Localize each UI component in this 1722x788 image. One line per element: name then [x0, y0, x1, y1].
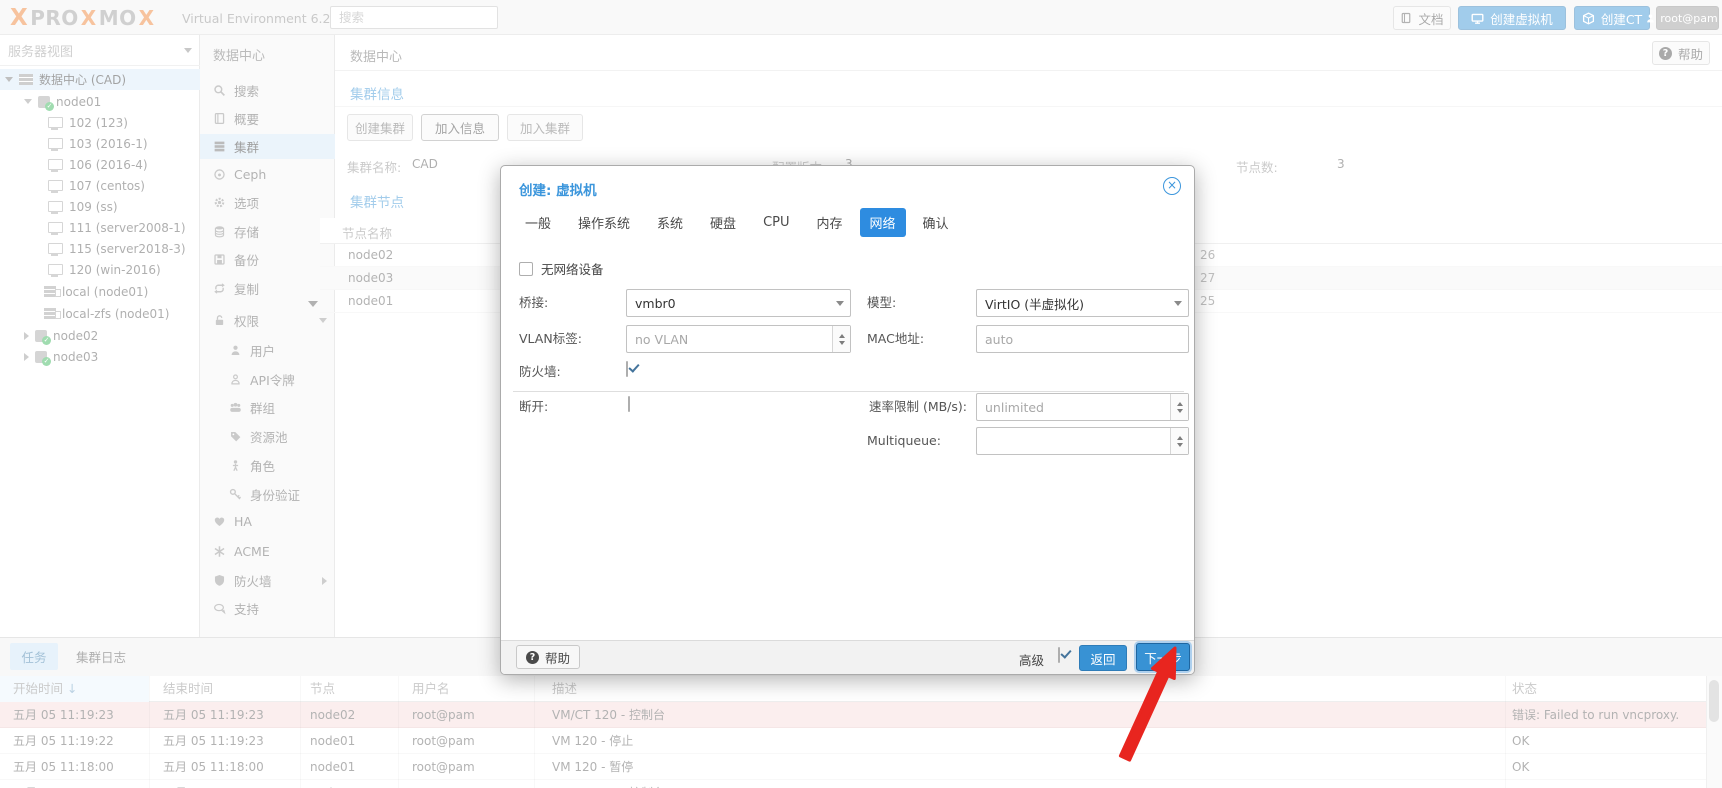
- tab-disks[interactable]: 硬盘: [700, 208, 746, 237]
- spinner-buttons[interactable]: [832, 326, 850, 352]
- bridge-label: 桥接:: [519, 295, 549, 310]
- tab-general[interactable]: 一般: [515, 208, 561, 237]
- tab-os[interactable]: 操作系统: [568, 208, 640, 237]
- rate-limit-input[interactable]: [976, 393, 1189, 421]
- multiqueue-spinner[interactable]: [976, 427, 1189, 455]
- chevron-down-icon: [1174, 301, 1182, 306]
- multiqueue-input[interactable]: [976, 427, 1189, 455]
- tab-network[interactable]: 网络: [859, 207, 906, 237]
- dialog-tabbar: 一般 操作系统 系统 硬盘 CPU 内存 网络 确认: [515, 207, 959, 237]
- spinner-down-icon[interactable]: [1176, 408, 1183, 413]
- tab-memory[interactable]: 内存: [807, 208, 853, 237]
- spinner-up-icon[interactable]: [1176, 435, 1183, 440]
- no-network-field[interactable]: 无网络设备: [519, 259, 604, 278]
- vlan-spinner[interactable]: [626, 325, 851, 353]
- spinner-buttons[interactable]: [1170, 394, 1188, 420]
- mac-field[interactable]: [976, 325, 1189, 353]
- question-icon: ?: [525, 650, 539, 664]
- bridge-select[interactable]: [626, 289, 851, 317]
- disconnect-label: 断开:: [519, 399, 549, 414]
- model-input[interactable]: [976, 289, 1189, 317]
- model-label: 模型:: [867, 295, 897, 310]
- spinner-up-icon[interactable]: [838, 333, 845, 338]
- tab-system[interactable]: 系统: [647, 208, 693, 237]
- tab-confirm[interactable]: 确认: [913, 208, 959, 237]
- create-vm-dialog: 创建: 虚拟机 × 一般 操作系统 系统 硬盘 CPU 内存 网络 确认 无网络…: [500, 165, 1195, 675]
- model-select[interactable]: [976, 289, 1189, 317]
- advanced-divider: [513, 391, 1184, 392]
- spinner-down-icon[interactable]: [838, 340, 845, 345]
- mac-label: MAC地址:: [867, 331, 925, 346]
- bridge-input[interactable]: [626, 289, 851, 317]
- dialog-title: 创建: 虚拟机: [519, 183, 597, 199]
- close-icon[interactable]: ×: [1163, 177, 1181, 195]
- proxmox-app-window: X PROXMOX Virtual Environment 6.2-15 文档 …: [0, 0, 1722, 788]
- multiqueue-label: Multiqueue:: [867, 433, 941, 448]
- rate-limit-spinner[interactable]: [976, 393, 1189, 421]
- firewall-checkbox[interactable]: [626, 361, 628, 377]
- chevron-down-icon: [836, 301, 844, 306]
- firewall-label: 防火墙:: [519, 364, 561, 379]
- vlan-label: VLAN标签:: [519, 331, 582, 346]
- spinner-down-icon[interactable]: [1176, 442, 1183, 447]
- dialog-help-button[interactable]: ? 帮助: [516, 645, 580, 669]
- no-network-checkbox[interactable]: [519, 261, 533, 276]
- advanced-label: 高级: [1019, 653, 1045, 668]
- vlan-input[interactable]: [626, 325, 851, 353]
- mac-input[interactable]: [976, 325, 1189, 353]
- tab-cpu[interactable]: CPU: [753, 210, 799, 235]
- rate-limit-label: 速率限制 (MB/s):: [868, 399, 967, 414]
- advanced-checkbox[interactable]: [1058, 647, 1060, 663]
- spinner-up-icon[interactable]: [1176, 401, 1183, 406]
- red-pointer-arrow: [1118, 646, 1177, 762]
- spinner-buttons[interactable]: [1170, 428, 1188, 454]
- disconnect-checkbox[interactable]: [628, 396, 630, 412]
